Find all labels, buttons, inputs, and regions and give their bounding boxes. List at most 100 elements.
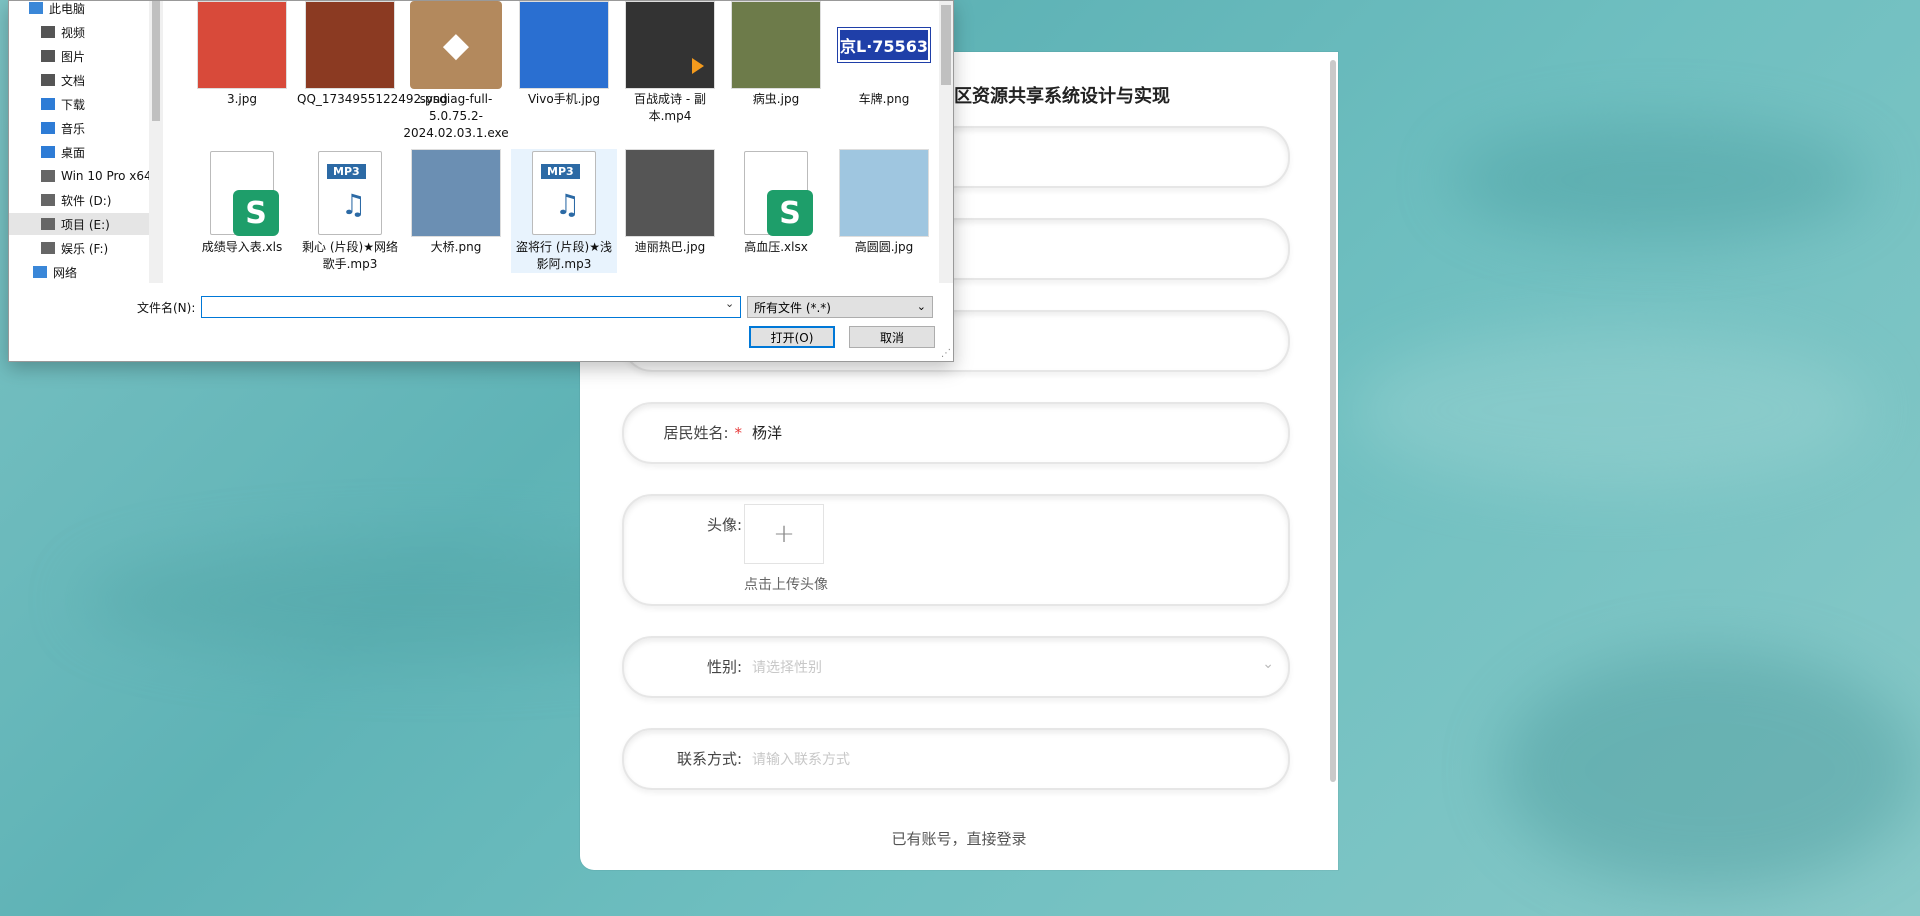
file-item[interactable]: 高圆圆.jpg [831,149,937,256]
nav-item-label: 文档 [61,73,86,88]
image-thumbnail [519,1,609,89]
installer-icon: ◆ [410,1,502,89]
resize-grip-icon[interactable]: ⋰ [941,348,951,359]
nav-scrollbar[interactable] [149,1,163,283]
nav-item-label: 下载 [61,97,86,112]
file-thumbnail [196,1,288,89]
license-plate-image: 京L·75563 [838,28,930,62]
nav-item-label: 此电脑 [49,1,86,16]
nav-item-label: 图片 [61,49,86,64]
mp3-tag: MP3 [541,164,580,179]
image-thumbnail [625,149,715,237]
nav-item-4[interactable]: 下载 [9,93,155,115]
gender-label: 性别: [706,658,742,676]
nav-item-7[interactable]: Win 10 Pro x64 [9,165,155,187]
file-item[interactable]: 百战成诗 - 副本.mp4 [617,1,723,125]
nav-item-5[interactable]: 音乐 [9,117,155,139]
audio-file-icon: MP3 ♫ [318,151,382,235]
file-open-dialog: 此电脑视频图片文档下载音乐桌面 Win 10 Pro x64 软件 (D:) 项目 (… [8,0,954,362]
open-button[interactable]: 打开(O) [749,326,835,348]
file-thumbnail: MP3 ♫ [304,149,396,237]
contact-field[interactable]: 联系方式: 请输入联系方式 [622,728,1290,790]
files-scroll-thumb[interactable] [941,5,951,85]
card-scrollbar[interactable] [1330,60,1336,782]
nav-item-9[interactable]: 项目 (E:) [9,213,155,235]
nav-item-label: 项目 (E:) [61,217,110,232]
nav-item-10[interactable]: 娱乐 (F:) [9,237,155,259]
audio-file-icon: MP3 ♫ [532,151,596,235]
file-item[interactable]: 迪丽热巴.jpg [617,149,723,256]
avatar-upload-button[interactable]: + [744,504,824,564]
filename-label: 文件名(N): [137,301,196,315]
file-item[interactable]: ◆ sysdiag-full-5.0.75.2-2024.02.03.1.exe [403,1,509,142]
sheet-badge: S [233,190,279,236]
nav-item-label: 桌面 [61,145,86,160]
drive-icon [41,194,55,206]
nav-scroll-thumb[interactable] [152,1,160,121]
required-mark: * [734,424,743,442]
network-icon [33,266,47,278]
nav-item-8[interactable]: 软件 (D:) [9,189,155,211]
image-thumbnail [411,149,501,237]
background-blur [1350,330,1870,490]
resident-name-value: 杨洋 [752,424,783,442]
filename-dropdown-icon[interactable]: ⌄ [725,297,734,310]
file-name: 大桥.png [430,240,482,254]
login-link[interactable]: 已有账号，直接登录 [580,828,1338,849]
file-thumbnail [730,1,822,89]
file-item[interactable]: S 成绩导入表.xls [189,149,295,256]
file-item[interactable]: Vivo手机.jpg [511,1,617,108]
documents-icon [41,74,55,86]
file-thumbnail [304,1,396,89]
nav-item-label: Win 10 Pro x64 [61,169,152,183]
file-item[interactable]: 京L·75563 车牌.png [831,1,937,108]
nav-item-2[interactable]: 图片 [9,45,155,67]
file-item[interactable]: 病虫.jpg [723,1,829,108]
file-thumbnail [410,149,502,237]
file-thumbnail: S [196,149,288,237]
play-icon [692,58,704,74]
file-name: 百战成诗 - 副本.mp4 [634,92,706,123]
sheet-badge: S [767,190,813,236]
file-item[interactable]: 3.jpg [189,1,295,108]
nav-item-0[interactable]: 此电脑 [9,1,155,19]
image-thumbnail [731,1,821,89]
music-note-icon: ♫ [341,188,367,221]
filetype-select[interactable]: 所有文件 (*.*) ⌄ [747,296,933,318]
drive-icon [41,218,55,230]
gender-placeholder: 请选择性别 [752,660,822,676]
upload-tip: 点击上传头像 [744,577,828,593]
nav-item-11[interactable]: 网络 [9,261,155,283]
cancel-button[interactable]: 取消 [849,326,935,348]
nav-item-3[interactable]: 文档 [9,69,155,91]
music-note-icon: ♫ [555,188,581,221]
background-blur [1450,120,1870,240]
gender-select[interactable]: 性别: 请选择性别 ⌄ [622,636,1290,698]
contact-label: 联系方式: [676,750,742,768]
file-name: 成绩导入表.xls [201,240,283,254]
image-thumbnail [197,1,287,89]
resident-name-field[interactable]: 居民姓名: * 杨洋 [622,402,1290,464]
nav-item-1[interactable]: 视频 [9,21,155,43]
plus-icon: + [773,519,795,549]
file-name: QQ_1734955122492.png [297,92,448,106]
file-item[interactable]: QQ_1734955122492.png [297,1,448,108]
video-icon [41,26,55,38]
background-blur [1500,650,1920,890]
file-item[interactable]: MP3 ♫ 盗将行 (片段)★浅影阿.mp3 [511,149,617,273]
file-name: 车牌.png [858,92,910,106]
nav-item-6[interactable]: 桌面 [9,141,155,163]
computer-icon [29,2,43,14]
file-name: 高圆圆.jpg [854,240,914,254]
drive-icon [41,242,55,254]
avatar-field: 头像: + 点击上传头像 [622,494,1290,606]
filename-input[interactable] [201,296,741,318]
file-item[interactable]: MP3 ♫ 剩心 (片段)★网络歌手.mp3 [297,149,403,273]
file-thumbnail: MP3 ♫ [518,149,610,237]
file-item[interactable]: S 高血压.xlsx [723,149,829,256]
file-item[interactable]: 大桥.png [403,149,509,256]
files-scrollbar[interactable] [939,1,953,283]
file-name: 高血压.xlsx [744,240,808,254]
file-list: 3.jpg QQ_1734955122492.png ◆ sysdiag-full-5… [163,1,939,283]
file-thumbnail [624,1,716,89]
